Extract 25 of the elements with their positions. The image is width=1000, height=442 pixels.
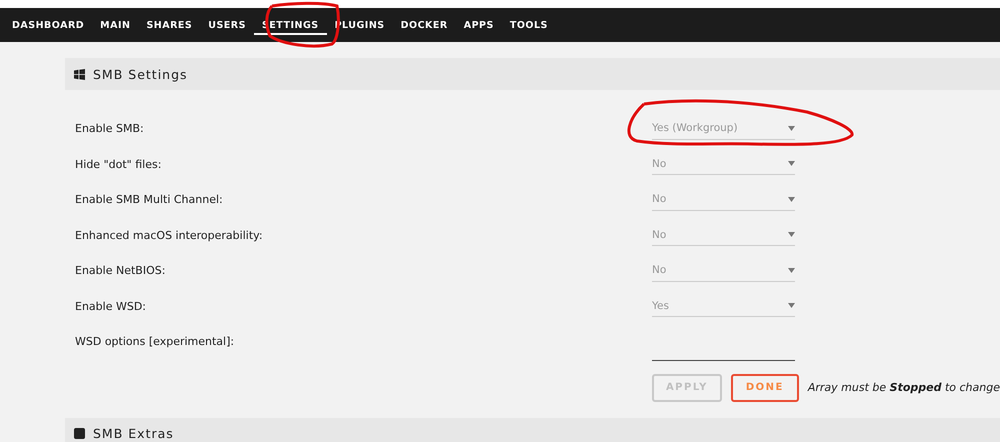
nav-tab[interactable]: USERS (200, 16, 254, 34)
windows-logo-icon (74, 68, 85, 80)
nav-tab[interactable]: TOOLS (502, 16, 556, 34)
setting-label: Hide "dot" files: (74, 158, 162, 171)
caret-icon (788, 303, 795, 308)
caret-icon (788, 232, 795, 238)
setting-label: Enable NetBIOS: (74, 264, 166, 278)
setting-label: Enable WSD: (74, 300, 148, 313)
caret-icon (788, 196, 795, 202)
nav-tab[interactable]: SHARES (138, 16, 200, 34)
nav-tab[interactable]: DOCKER (392, 16, 456, 34)
nav-tab[interactable]: DASHBOARD (4, 16, 92, 34)
caret-icon (788, 126, 795, 131)
status-note: Array must be Stopped to change (808, 381, 1000, 394)
setting-label: Enhanced macOS interoperability: (74, 228, 264, 242)
square-icon (74, 428, 85, 439)
nav-tab[interactable]: APPS (456, 16, 502, 34)
section-title: SMB Extras (93, 426, 174, 441)
caret-icon (788, 161, 795, 166)
setting-label: Enable SMB Multi Channel: (74, 193, 224, 206)
nav-tab[interactable]: MAIN (92, 16, 138, 34)
caret-icon (788, 268, 795, 273)
section-title: SMB Settings (93, 66, 188, 82)
setting-label: Enable SMB: (74, 122, 145, 136)
setting-label: WSD options [experimental]: (74, 335, 236, 348)
